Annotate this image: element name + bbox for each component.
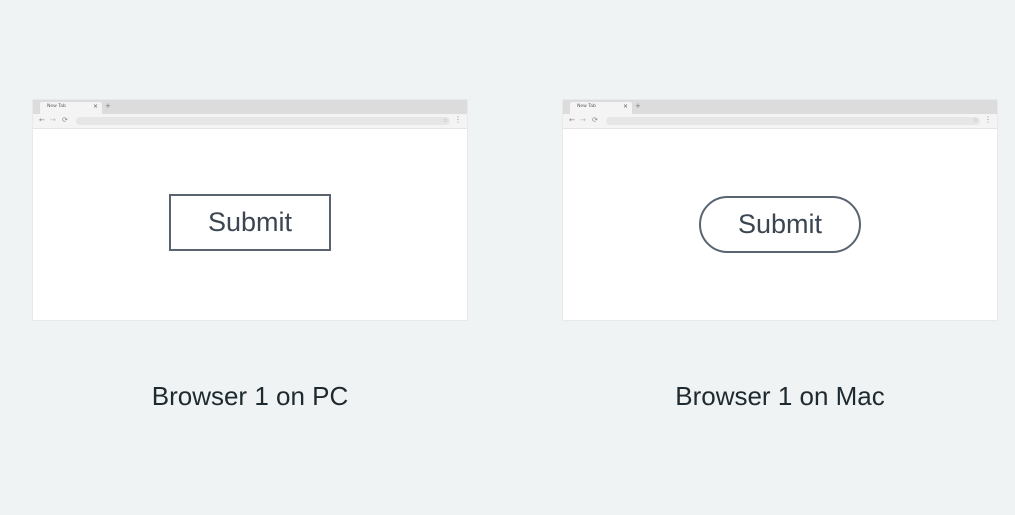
caption-pc: Browser 1 on PC <box>151 381 349 411</box>
submit-button-square[interactable]: Submit <box>169 194 331 251</box>
address-bar[interactable]: ☆ <box>606 117 980 125</box>
submit-button-rounded[interactable]: Submit <box>699 196 861 253</box>
close-icon[interactable]: × <box>93 103 98 111</box>
forward-arrow-icon[interactable]: → <box>580 116 586 125</box>
slide: { "browsers": [ { "tab_title": "New Tab"… <box>0 0 1015 515</box>
star-icon[interactable]: ☆ <box>443 116 448 126</box>
tab-title: New Tab <box>577 104 596 109</box>
star-icon[interactable]: ☆ <box>973 116 978 126</box>
browser-toolbar: ← → ⟳ ☆ ⋮ <box>33 114 467 129</box>
reload-icon[interactable]: ⟳ <box>592 116 598 125</box>
browser-tab[interactable]: New Tab × <box>40 102 102 114</box>
new-tab-icon[interactable]: + <box>635 102 641 111</box>
forward-arrow-icon[interactable]: → <box>50 116 56 125</box>
caption-mac: Browser 1 on Mac <box>675 381 885 411</box>
browser-toolbar: ← → ⟳ ☆ ⋮ <box>563 114 997 129</box>
browser-window-pc: New Tab × + ← → ⟳ ☆ ⋮ Submit <box>33 100 467 320</box>
tab-title: New Tab <box>47 104 66 109</box>
browser-tab[interactable]: New Tab × <box>570 102 632 114</box>
tab-strip: New Tab × + <box>33 100 467 114</box>
reload-icon[interactable]: ⟳ <box>62 116 68 125</box>
browser-window-mac: New Tab × + ← → ⟳ ☆ ⋮ Submit <box>563 100 997 320</box>
close-icon[interactable]: × <box>623 103 628 111</box>
tab-strip: New Tab × + <box>563 100 997 114</box>
address-bar[interactable]: ☆ <box>76 117 450 125</box>
menu-icon[interactable]: ⋮ <box>984 115 992 125</box>
back-arrow-icon[interactable]: ← <box>569 116 575 125</box>
menu-icon[interactable]: ⋮ <box>454 115 462 125</box>
back-arrow-icon[interactable]: ← <box>39 116 45 125</box>
new-tab-icon[interactable]: + <box>105 102 111 111</box>
